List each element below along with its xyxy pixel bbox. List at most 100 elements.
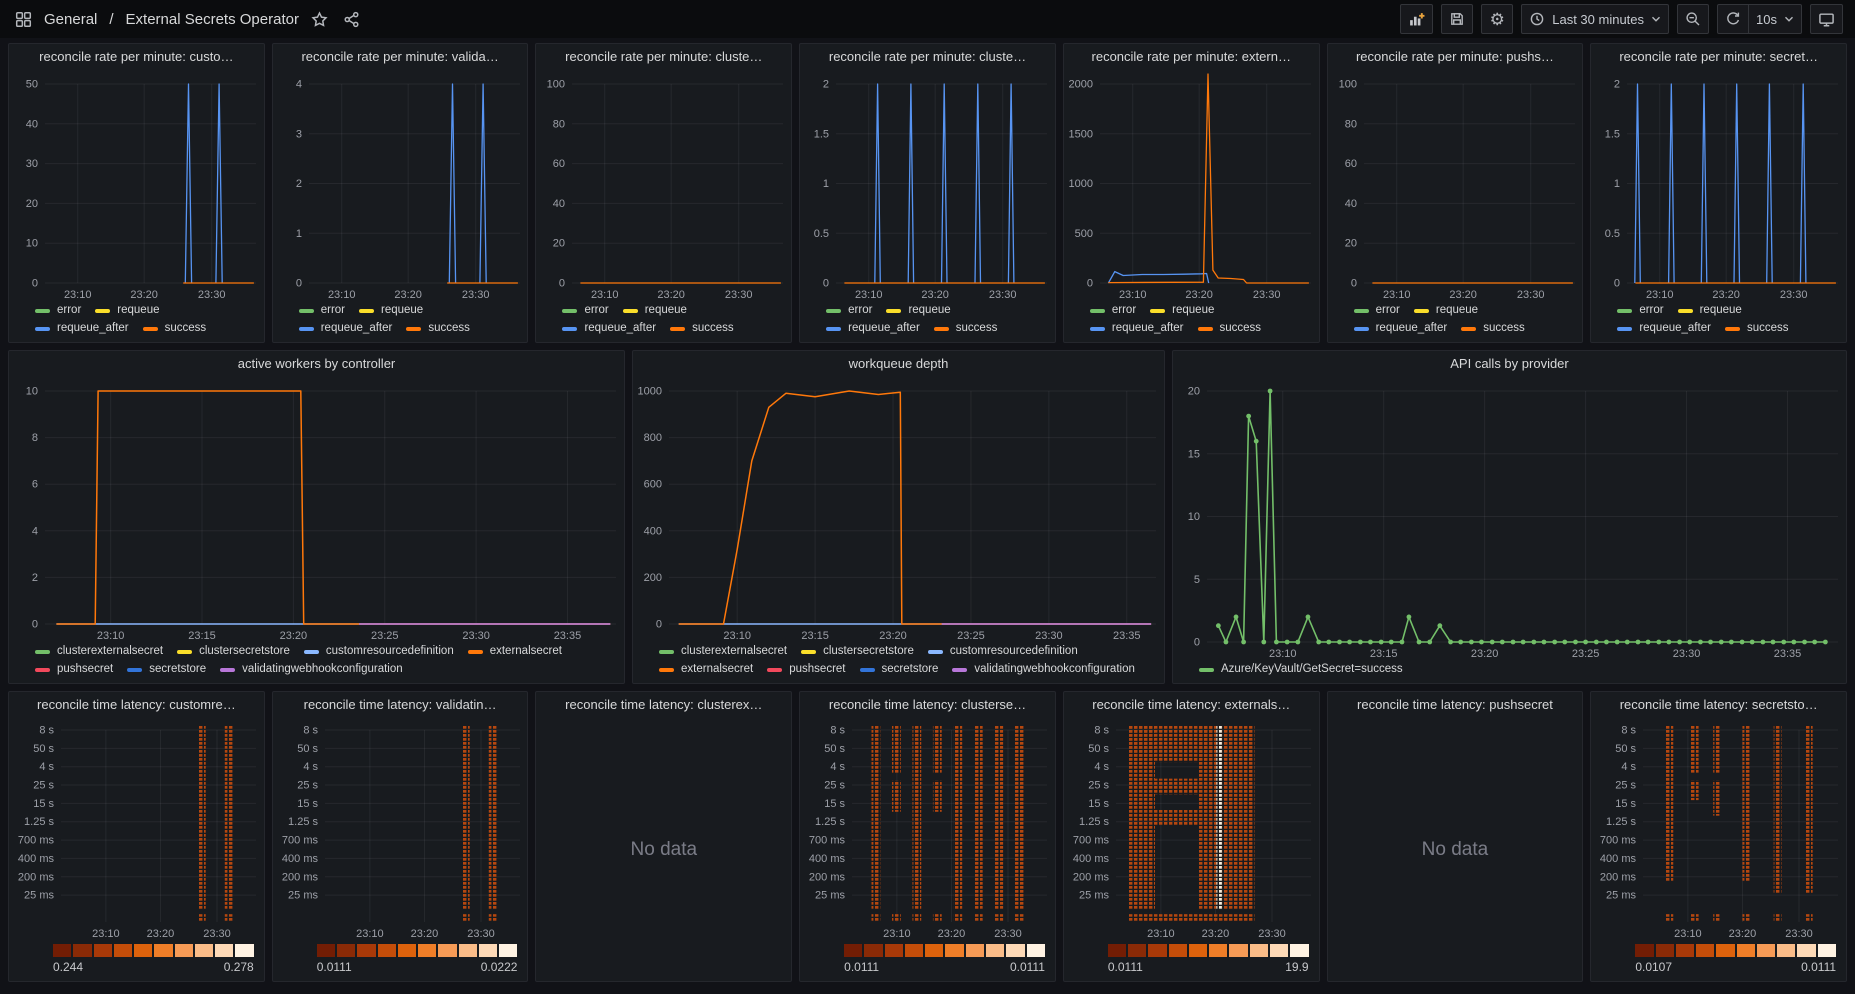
panel-title[interactable]: reconcile rate per minute: cluste… bbox=[808, 44, 1047, 70]
legend-swatch bbox=[1090, 327, 1105, 331]
legend-item[interactable]: success bbox=[406, 321, 470, 336]
share-icon[interactable] bbox=[341, 8, 363, 30]
legend-item[interactable]: requeue_after bbox=[1090, 321, 1184, 336]
legend-item[interactable]: externalsecret bbox=[468, 644, 562, 659]
panel-title[interactable]: active workers by controller bbox=[17, 351, 616, 377]
chart-area[interactable]: 23:1023:2023:3050403020100 bbox=[9, 70, 264, 303]
time-range-picker[interactable]: Last 30 minutes bbox=[1521, 4, 1669, 34]
chart-area[interactable]: 23:1023:2023:308 s50 s4 s25 s15 s1.25 s7… bbox=[1591, 718, 1846, 942]
legend-item[interactable]: error bbox=[1354, 303, 1400, 318]
legend-label: clusterexternalsecret bbox=[681, 644, 787, 659]
chart-area[interactable]: 23:1023:2023:3043210 bbox=[273, 70, 528, 303]
legend-item[interactable]: requeue bbox=[1678, 303, 1742, 318]
legend-item[interactable]: success bbox=[143, 321, 207, 336]
panel-title[interactable]: API calls by provider bbox=[1181, 351, 1838, 377]
legend-item[interactable]: error bbox=[35, 303, 81, 318]
panel-latency-externals: reconcile time latency: externals…23:102… bbox=[1063, 691, 1320, 982]
dashboard-grid: reconcile rate per minute: custo…23:1023… bbox=[0, 38, 1855, 994]
svg-text:23:20: 23:20 bbox=[658, 289, 686, 301]
legend-item[interactable]: validatingwebhookconfiguration bbox=[220, 662, 402, 677]
legend-item[interactable]: customresourcedefinition bbox=[928, 644, 1078, 659]
legend-label: success bbox=[165, 321, 207, 336]
legend-item[interactable]: error bbox=[1617, 303, 1663, 318]
scale-step bbox=[134, 944, 152, 957]
legend-item[interactable]: error bbox=[299, 303, 345, 318]
legend-item[interactable]: success bbox=[1461, 321, 1525, 336]
panel-title[interactable]: workqueue depth bbox=[641, 351, 1156, 377]
legend-item[interactable]: requeue_after bbox=[1354, 321, 1448, 336]
chart-area[interactable]: 23:1023:1523:2023:2523:3023:351086420 bbox=[9, 377, 624, 644]
svg-text:0: 0 bbox=[559, 278, 565, 290]
panel-title[interactable]: reconcile time latency: secretsto… bbox=[1599, 692, 1838, 718]
legend-item[interactable]: requeue bbox=[95, 303, 159, 318]
legend-item[interactable]: clusterexternalsecret bbox=[35, 644, 163, 659]
chart-area[interactable]: 23:1023:2023:308 s50 s4 s25 s15 s1.25 s7… bbox=[9, 718, 264, 942]
legend-item[interactable]: success bbox=[1725, 321, 1789, 336]
legend-item[interactable]: secretstore bbox=[860, 662, 939, 677]
legend-item[interactable]: error bbox=[1090, 303, 1136, 318]
legend-item[interactable]: requeue bbox=[1414, 303, 1478, 318]
legend-item[interactable]: clustersecretstore bbox=[801, 644, 914, 659]
add-panel-button[interactable] bbox=[1400, 4, 1433, 34]
panel-title[interactable]: reconcile rate per minute: cluste… bbox=[544, 44, 783, 70]
chart-area[interactable]: 23:1023:2023:308 s50 s4 s25 s15 s1.25 s7… bbox=[800, 718, 1055, 942]
panel-title[interactable]: reconcile time latency: clusterse… bbox=[808, 692, 1047, 718]
panel-title[interactable]: reconcile time latency: externals… bbox=[1072, 692, 1311, 718]
legend-item[interactable]: success bbox=[670, 321, 734, 336]
chart-area[interactable]: 23:1023:2023:30100806040200 bbox=[536, 70, 791, 303]
legend-item[interactable]: requeue bbox=[359, 303, 423, 318]
star-icon[interactable] bbox=[309, 8, 331, 30]
chart-area[interactable]: 23:1023:2023:3021.510.50 bbox=[800, 70, 1055, 303]
svg-text:25 s: 25 s bbox=[1088, 780, 1109, 792]
chart-area[interactable]: 23:1023:2023:3021.510.50 bbox=[1591, 70, 1846, 303]
legend-swatch bbox=[670, 327, 685, 331]
legend-item[interactable]: requeue_after bbox=[1617, 321, 1711, 336]
legend-item[interactable]: clustersecretstore bbox=[177, 644, 290, 659]
legend-item[interactable]: validatingwebhookconfiguration bbox=[952, 662, 1134, 677]
legend-item[interactable]: requeue_after bbox=[299, 321, 393, 336]
legend-item[interactable]: success bbox=[1198, 321, 1262, 336]
apps-grid-icon[interactable] bbox=[12, 8, 34, 30]
refresh-interval-picker[interactable]: 10s bbox=[1749, 4, 1802, 34]
timeseries-chart: 23:1023:2023:3021.510.50 bbox=[800, 70, 1055, 303]
legend-item[interactable]: Azure/KeyVault/GetSecret=success bbox=[1199, 662, 1403, 677]
dashboard-settings-button[interactable]: ⚙ bbox=[1481, 4, 1513, 34]
legend-item[interactable]: secretstore bbox=[127, 662, 206, 677]
panel-title[interactable]: reconcile time latency: clusterex… bbox=[544, 692, 783, 718]
panel-title[interactable]: reconcile time latency: customre… bbox=[17, 692, 256, 718]
tv-mode-button[interactable] bbox=[1810, 4, 1843, 34]
chart-area[interactable]: 23:1023:1523:2023:2523:3023:3520151050 bbox=[1173, 377, 1846, 662]
chart-area[interactable]: 23:1023:2023:302000150010005000 bbox=[1064, 70, 1319, 303]
panel-title[interactable]: reconcile rate per minute: custo… bbox=[17, 44, 256, 70]
legend-item[interactable]: requeue bbox=[1150, 303, 1214, 318]
chart-area[interactable]: 23:1023:1523:2023:2523:3023:351000800600… bbox=[633, 377, 1164, 644]
panel-title[interactable]: reconcile rate per minute: pushs… bbox=[1336, 44, 1575, 70]
legend-item[interactable]: customresourcedefinition bbox=[304, 644, 454, 659]
chart-area[interactable]: 23:1023:2023:30100806040200 bbox=[1328, 70, 1583, 303]
legend-item[interactable]: pushsecret bbox=[35, 662, 113, 677]
panel-title[interactable]: reconcile time latency: validatin… bbox=[281, 692, 520, 718]
panel-title[interactable]: reconcile rate per minute: extern… bbox=[1072, 44, 1311, 70]
legend-item[interactable]: success bbox=[934, 321, 998, 336]
legend-item[interactable]: requeue bbox=[623, 303, 687, 318]
refresh-button[interactable] bbox=[1717, 4, 1749, 34]
zoom-out-button[interactable] bbox=[1677, 4, 1709, 34]
panel-title[interactable]: reconcile rate per minute: valida… bbox=[281, 44, 520, 70]
legend-item[interactable]: requeue bbox=[886, 303, 950, 318]
save-dashboard-button[interactable] bbox=[1441, 4, 1473, 34]
legend-item[interactable]: clusterexternalsecret bbox=[659, 644, 787, 659]
legend-item[interactable]: requeue_after bbox=[562, 321, 656, 336]
legend-item[interactable]: requeue_after bbox=[35, 321, 129, 336]
chart-area[interactable]: 23:1023:2023:308 s50 s4 s25 s15 s1.25 s7… bbox=[1064, 718, 1319, 942]
legend-item[interactable]: requeue_after bbox=[826, 321, 920, 336]
legend-item[interactable]: error bbox=[562, 303, 608, 318]
panel-title[interactable]: reconcile time latency: pushsecret bbox=[1336, 692, 1575, 718]
legend-item[interactable]: pushsecret bbox=[767, 662, 845, 677]
legend-item[interactable]: error bbox=[826, 303, 872, 318]
legend-item[interactable]: externalsecret bbox=[659, 662, 753, 677]
dashboard-title[interactable]: External Secrets Operator bbox=[126, 11, 299, 28]
svg-text:23:10: 23:10 bbox=[356, 928, 384, 940]
chart-area[interactable]: 23:1023:2023:308 s50 s4 s25 s15 s1.25 s7… bbox=[273, 718, 528, 942]
breadcrumb-section[interactable]: General bbox=[44, 11, 97, 28]
panel-title[interactable]: reconcile rate per minute: secret… bbox=[1599, 44, 1838, 70]
